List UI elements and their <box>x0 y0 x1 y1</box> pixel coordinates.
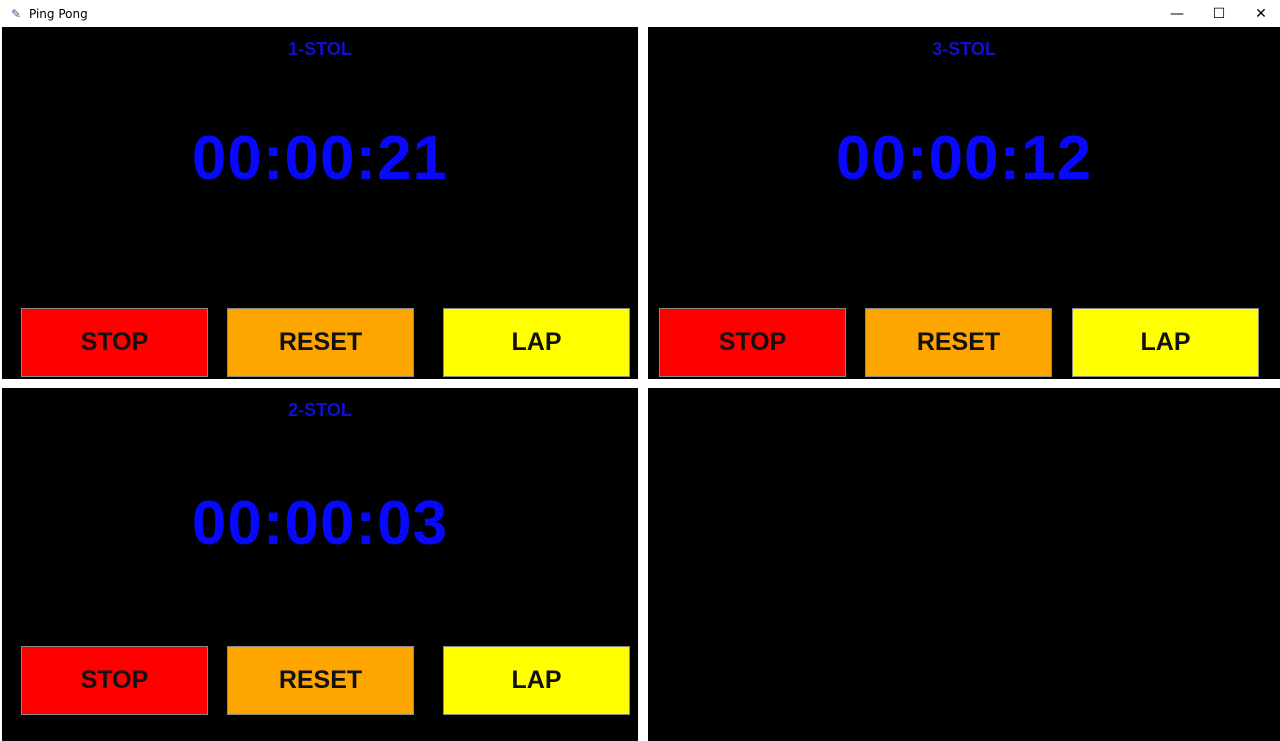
table-panel-1: 1-STOL 00:00:21 STOP RESET LAP <box>2 27 638 379</box>
stop-button[interactable]: STOP <box>659 308 846 377</box>
title-bar: ✎ Ping Pong — ☐ ✕ <box>0 0 1280 27</box>
stop-button[interactable]: STOP <box>21 646 208 715</box>
reset-button[interactable]: RESET <box>227 646 414 715</box>
lap-button[interactable]: LAP <box>443 308 630 377</box>
table-panel-3: 3-STOL 00:00:12 STOP RESET LAP <box>648 27 1280 379</box>
window-title: Ping Pong <box>29 6 88 21</box>
timer-display: 00:00:12 <box>835 124 1093 193</box>
stop-button[interactable]: STOP <box>21 308 208 377</box>
reset-button[interactable]: RESET <box>227 308 414 377</box>
timer-display: 00:00:03 <box>191 489 449 558</box>
minimize-button[interactable]: — <box>1158 0 1196 27</box>
timer-display: 00:00:21 <box>191 124 449 193</box>
maximize-button[interactable]: ☐ <box>1200 0 1238 27</box>
reset-button[interactable]: RESET <box>865 308 1052 377</box>
empty-panel <box>648 388 1280 741</box>
close-button[interactable]: ✕ <box>1242 0 1280 27</box>
table-title: 3-STOL <box>932 39 996 59</box>
lap-button[interactable]: LAP <box>1072 308 1259 377</box>
feather-icon: ✎ <box>11 6 22 21</box>
table-panel-2: 2-STOL 00:00:03 STOP RESET LAP <box>2 388 638 741</box>
lap-button[interactable]: LAP <box>443 646 630 715</box>
table-title: 2-STOL <box>288 400 352 420</box>
table-title: 1-STOL <box>288 39 352 59</box>
